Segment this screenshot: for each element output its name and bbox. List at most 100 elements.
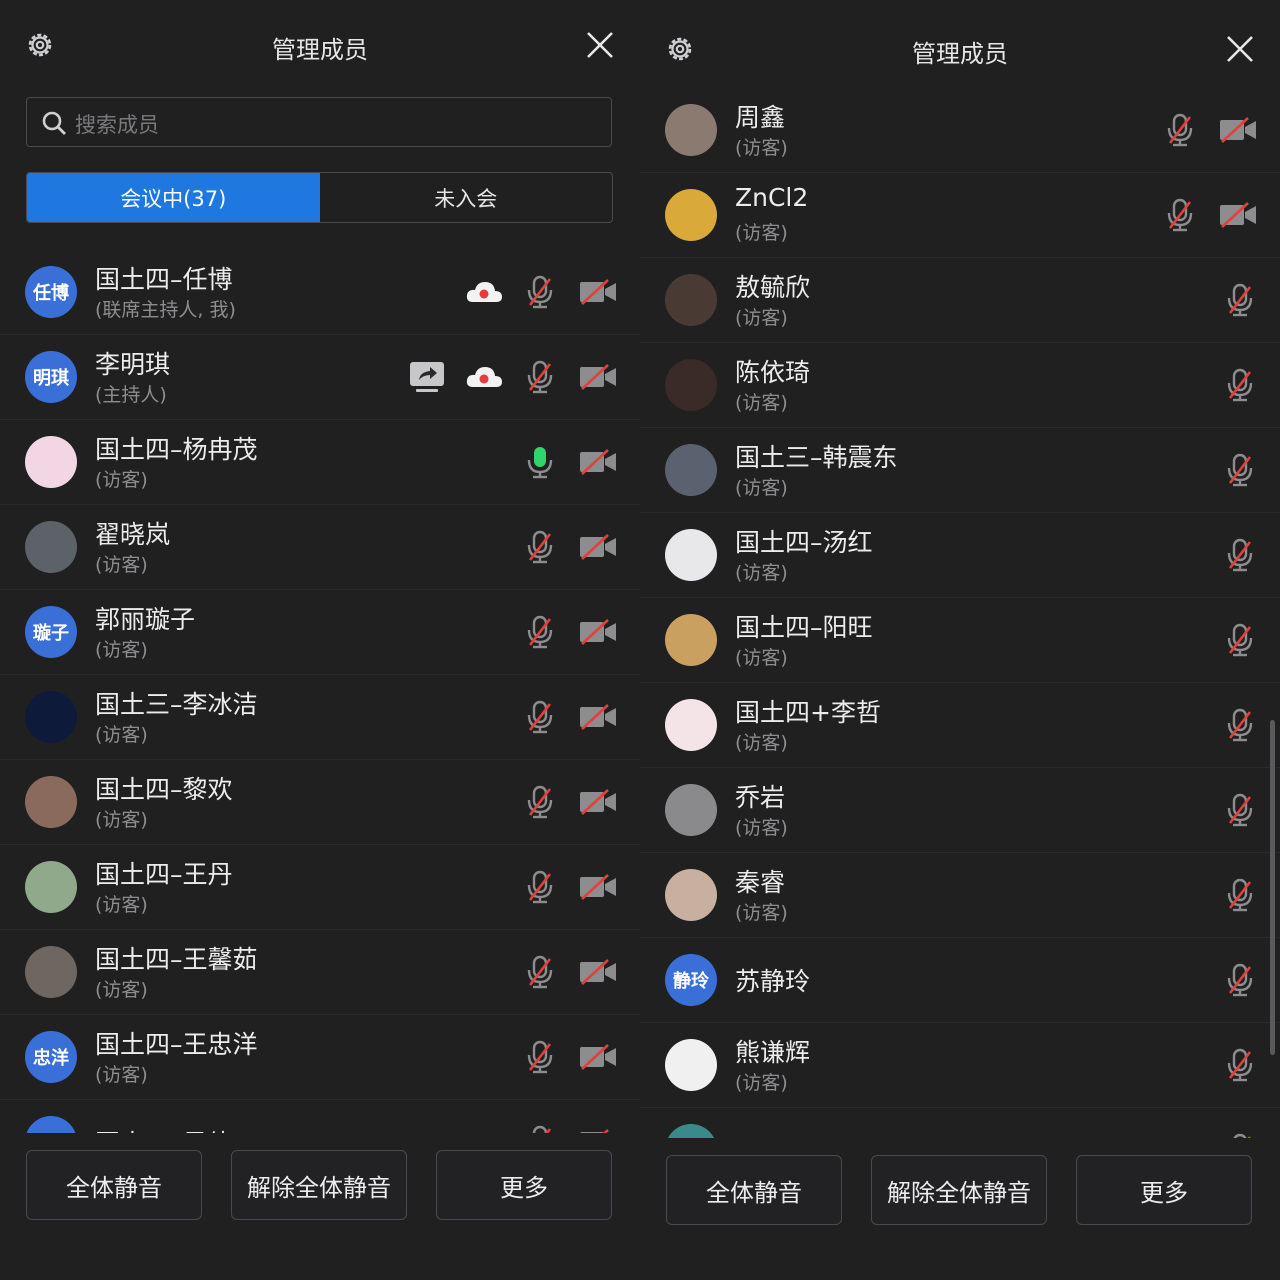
mic-muted-icon[interactable] [1222, 962, 1258, 998]
list-item[interactable]: 翟晓岚 (访客) [0, 505, 640, 590]
search-icon [41, 110, 67, 136]
camera-off-icon[interactable] [578, 1124, 618, 1133]
member-name: 乔岩 [735, 783, 786, 812]
list-item[interactable]: 国土三–韩震东 (访客) [640, 428, 1280, 513]
camera-off-icon[interactable] [578, 954, 618, 990]
avatar [25, 776, 77, 828]
mute-all-button[interactable]: 全体静音 [666, 1155, 842, 1225]
member-list: 周鑫 (访客) ZnCl2 (访客) 敖毓欣 (访客) 陈依琦 (访客) 国土三–韩震东 (访客)… [640, 88, 1280, 1138]
mic-muted-icon[interactable] [1222, 452, 1258, 488]
list-item[interactable]: 周鑫 (访客) [640, 88, 1280, 173]
camera-off-icon[interactable] [578, 869, 618, 905]
mic-muted-icon[interactable] [1222, 282, 1258, 318]
avatar [665, 444, 717, 496]
list-item[interactable]: 任博 国土四–任博 (联席主持人, 我) [0, 250, 640, 335]
member-role: (访客) [735, 477, 788, 499]
mic-muted-icon[interactable] [522, 614, 558, 650]
avatar [665, 189, 717, 241]
close-icon[interactable] [585, 30, 615, 60]
more-button[interactable]: 更多 [1076, 1155, 1252, 1225]
avatar [665, 784, 717, 836]
list-item[interactable]: 国土四–阳旺 (访客) [640, 598, 1280, 683]
footer-actions: 全体静音 解除全体静音 更多 [640, 1138, 1280, 1280]
avatar [665, 359, 717, 411]
screen-share-icon [408, 359, 446, 395]
mic-active-icon[interactable] [522, 444, 558, 480]
avatar: 忠洋 [25, 1031, 77, 1083]
mic-muted-icon[interactable] [1222, 792, 1258, 828]
camera-off-icon[interactable] [1218, 197, 1258, 233]
camera-off-icon[interactable] [578, 614, 618, 650]
list-item[interactable]: ZnCl2 (访客) [640, 173, 1280, 258]
list-item[interactable]: 熊谦辉 (访客) [640, 1023, 1280, 1108]
member-role: (访客) [735, 222, 788, 244]
list-item[interactable]: 国土三–李冰洁 (访客) [0, 675, 640, 760]
mic-muted-icon[interactable] [1162, 197, 1198, 233]
mic-muted-icon[interactable] [522, 359, 558, 395]
member-role: (访客) [95, 894, 148, 916]
header: 管理成员 [640, 0, 1280, 90]
camera-off-icon[interactable] [578, 784, 618, 820]
camera-off-icon[interactable] [1218, 112, 1258, 148]
mic-muted-icon[interactable] [1222, 707, 1258, 743]
more-button[interactable]: 更多 [436, 1150, 612, 1220]
camera-off-icon[interactable] [578, 529, 618, 565]
camera-off-icon[interactable] [578, 699, 618, 735]
camera-off-icon[interactable] [578, 359, 618, 395]
list-item[interactable]: 国土四+李哲 (访客) [640, 683, 1280, 768]
list-item[interactable]: 陈依琦 (访客) [640, 343, 1280, 428]
mic-muted-icon[interactable] [522, 274, 558, 310]
mic-muted-icon[interactable] [1222, 537, 1258, 573]
camera-off-icon[interactable] [578, 444, 618, 480]
list-item[interactable]: 敖毓欣 (访客) [640, 258, 1280, 343]
mic-muted-icon[interactable] [522, 699, 558, 735]
list-item[interactable]: 吴倩 国土四–吴倩 [0, 1100, 640, 1133]
mic-muted-icon[interactable] [1222, 1047, 1258, 1083]
close-icon[interactable] [1225, 34, 1255, 64]
member-name: 国土四–黎欢 [95, 775, 233, 804]
mic-muted-icon[interactable] [522, 1039, 558, 1075]
mic-muted-icon[interactable] [522, 954, 558, 990]
avatar [25, 691, 77, 743]
mic-muted-icon[interactable] [522, 784, 558, 820]
mic-muted-icon[interactable] [522, 869, 558, 905]
camera-off-icon[interactable] [578, 1039, 618, 1075]
mic-muted-icon[interactable] [1222, 622, 1258, 658]
avatar [665, 104, 717, 156]
list-item[interactable]: 静玲 苏静玲 [640, 938, 1280, 1023]
list-item[interactable]: 国土四–杨冉茂 (访客) [0, 420, 640, 505]
mic-muted-icon[interactable] [1222, 367, 1258, 403]
cloud-record-icon [464, 274, 504, 310]
member-name: 国土四+李哲 [735, 698, 881, 727]
mic-muted-icon[interactable] [522, 529, 558, 565]
list-item[interactable]: 璇子 郭丽璇子 (访客) [0, 590, 640, 675]
list-item[interactable]: 国土四–王丹 (访客) [0, 845, 640, 930]
search-input[interactable]: 搜索成员 [26, 97, 612, 147]
list-item[interactable]: 熊晓琴 [640, 1108, 1280, 1138]
mic-muted-icon[interactable] [522, 1124, 558, 1133]
mic-muted-icon[interactable] [1222, 877, 1258, 913]
mute-all-button[interactable]: 全体静音 [26, 1150, 202, 1220]
member-role: (访客) [735, 647, 788, 669]
page-title: 管理成员 [272, 36, 368, 64]
list-item[interactable]: 忠洋 国土四–王忠洋 (访客) [0, 1015, 640, 1100]
member-role: (联席主持人, 我) [95, 299, 236, 321]
avatar [25, 861, 77, 913]
avatar [665, 1039, 717, 1091]
list-item[interactable]: 秦睿 (访客) [640, 853, 1280, 938]
list-item[interactable]: 国土四–黎欢 (访客) [0, 760, 640, 845]
unmute-all-button[interactable]: 解除全体静音 [231, 1150, 407, 1220]
list-item[interactable]: 明琪 李明琪 (主持人) [0, 335, 640, 420]
mic-muted-icon[interactable] [1162, 112, 1198, 148]
list-item[interactable]: 乔岩 (访客) [640, 768, 1280, 853]
footer-actions: 全体静音 解除全体静音 更多 [0, 1133, 640, 1280]
member-name: 陈依琦 [735, 358, 811, 387]
member-name: 国土三–韩震东 [735, 443, 898, 472]
list-item[interactable]: 国土四–汤红 (访客) [640, 513, 1280, 598]
camera-off-icon[interactable] [578, 274, 618, 310]
tab-in-meeting[interactable]: 会议中(37) [27, 173, 320, 222]
scrollbar[interactable] [1270, 720, 1275, 1055]
unmute-all-button[interactable]: 解除全体静音 [871, 1155, 1047, 1225]
tab-not-joined[interactable]: 未入会 [320, 173, 613, 222]
list-item[interactable]: 国土四–王馨茹 (访客) [0, 930, 640, 1015]
